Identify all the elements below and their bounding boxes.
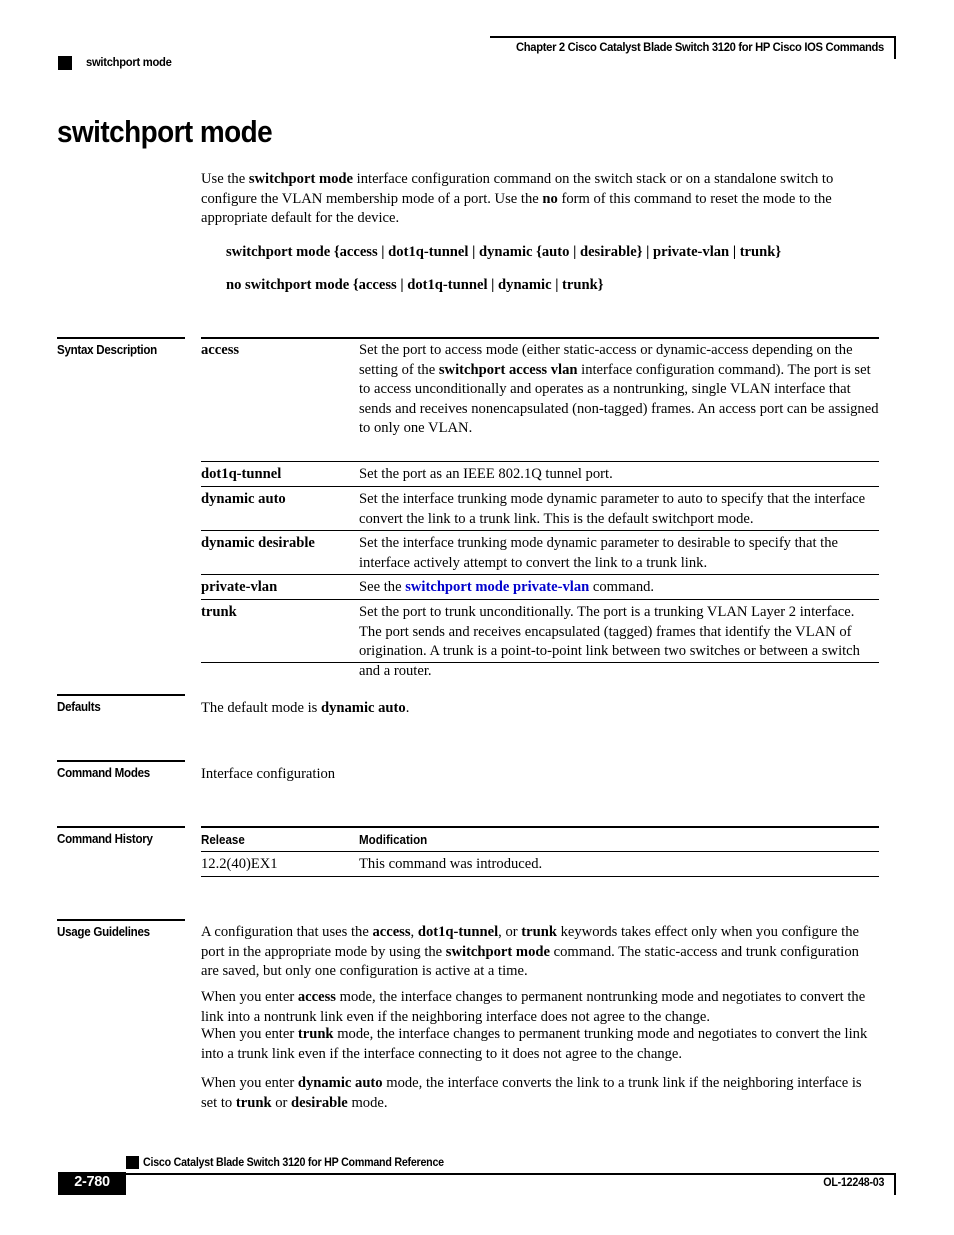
- table-row: access Set the port to access mode (eith…: [201, 338, 879, 444]
- table-cell-description: Set the interface trunking mode dynamic …: [359, 491, 866, 527]
- intro-command-name: switchport mode: [248, 171, 354, 187]
- ug3-kw-trunk: trunk: [297, 1026, 334, 1042]
- intro-text-a: Use the: [201, 171, 249, 187]
- ug2-a: When you enter: [201, 989, 298, 1005]
- table-cell-description: Set the interface trunking mode dynamic …: [359, 535, 838, 571]
- defaults-block: The default mode is dynamic auto.: [201, 699, 879, 719]
- ug4-e: or: [271, 1094, 292, 1111]
- syntax-description-table-row-4: dynamic desirable Set the interface trun…: [201, 531, 879, 578]
- table-cell-term: trunk: [201, 604, 237, 620]
- table-row: trunk Set the port to trunk unconditiona…: [201, 600, 879, 686]
- table-cell-term: dynamic auto: [201, 491, 286, 507]
- command-history-rule: [57, 826, 185, 828]
- defaults-text-c: .: [405, 700, 410, 716]
- section-label-command-history: Command History: [57, 832, 153, 846]
- ug4-kw-trunk: trunk: [235, 1094, 272, 1111]
- intro-paragraph: Use the switchport mode interface config…: [201, 170, 879, 229]
- syntax-line-1: switchport mode {access | dot1q-tunnel |…: [226, 244, 782, 260]
- section-label-defaults: Defaults: [57, 700, 101, 714]
- table-cell-description: Set the port to trunk unconditionally. T…: [359, 604, 860, 679]
- syntax-block-2: no switchport mode {access | dot1q-tunne…: [201, 276, 879, 296]
- footer-divider: [58, 1173, 896, 1175]
- ug1-e: , or: [498, 924, 522, 940]
- ug1-c: ,: [410, 924, 418, 940]
- command-modes-rule: [57, 760, 185, 762]
- syntax-block: switchport mode {access | dot1q-tunnel |…: [201, 243, 879, 263]
- table-row: dynamic desirable Set the interface trun…: [201, 531, 879, 578]
- footer-marker-square-icon: [126, 1156, 139, 1169]
- usage-paragraph-3: When you enter trunk mode, the interface…: [201, 1025, 879, 1064]
- ug1-kw-dot1q-tunnel: dot1q-tunnel: [417, 924, 499, 940]
- footer-page-number: 2-780: [74, 1174, 110, 1190]
- usage-guidelines-p2: When you enter access mode, the interfac…: [201, 988, 879, 1027]
- desc-text-a: See the: [359, 579, 406, 595]
- section-label-usage-guidelines: Usage Guidelines: [57, 925, 150, 939]
- ug1-a: A configuration that uses the: [201, 924, 373, 940]
- usage-paragraph-2: When you enter access mode, the interfac…: [201, 988, 879, 1027]
- header-divider: [490, 36, 896, 38]
- ug2-kw-access: access: [297, 989, 336, 1005]
- footer-document-id: OL-12248-03: [823, 1176, 884, 1189]
- footer-book-title: Cisco Catalyst Blade Switch 3120 for HP …: [143, 1156, 444, 1169]
- syntax-description-rule: [57, 337, 185, 339]
- table-row: dynamic auto Set the interface trunking …: [201, 487, 879, 534]
- ug1-kw-trunk: trunk: [521, 924, 557, 940]
- usage-guidelines-p3: When you enter trunk mode, the interface…: [201, 1025, 879, 1064]
- desc-text-c: command.: [589, 579, 655, 595]
- defaults-text-a: The default mode is: [201, 700, 321, 716]
- table-cell-description: Set the port to access mode (either stat…: [359, 338, 879, 444]
- syntax-description-table-row-3: dynamic auto Set the interface trunking …: [201, 487, 879, 534]
- document-page: Chapter 2 Cisco Catalyst Blade Switch 31…: [0, 0, 954, 1235]
- intro-no-keyword: no: [542, 190, 558, 207]
- ug1-kw-switchport-mode: switchport mode: [445, 943, 550, 960]
- header-chapter-title: Chapter 2 Cisco Catalyst Blade Switch 31…: [516, 40, 884, 54]
- command-history-bottom-rule: [201, 876, 879, 878]
- section-label-syntax-description: Syntax Description: [57, 343, 157, 357]
- header-marker-square-icon: [58, 56, 72, 70]
- usage-guidelines-p1: A configuration that uses the access, do…: [201, 923, 879, 982]
- section-label-command-modes: Command Modes: [57, 766, 150, 780]
- table-cell-term: dynamic desirable: [201, 535, 315, 551]
- table-cell-term: access: [201, 342, 240, 358]
- ug4-a: When you enter: [201, 1075, 298, 1091]
- syntax-table-bottom-rule: [201, 662, 879, 664]
- defaults-rule: [57, 694, 185, 696]
- usage-paragraph-4: When you enter dynamic auto mode, the in…: [201, 1074, 879, 1113]
- ug3-a: When you enter: [201, 1026, 298, 1042]
- header-running-head: switchport mode: [86, 55, 172, 69]
- command-modes-paragraph: Interface configuration: [201, 766, 336, 782]
- ug4-kw-desirable: desirable: [291, 1094, 348, 1111]
- command-modes-block: Interface configuration: [201, 765, 879, 785]
- usage-paragraph-1: A configuration that uses the access, do…: [201, 923, 879, 982]
- defaults-paragraph: The default mode is dynamic auto.: [201, 699, 879, 719]
- usage-guidelines-p4: When you enter dynamic auto mode, the in…: [201, 1074, 879, 1113]
- usage-guidelines-rule: [57, 919, 185, 921]
- syntax-description-table: access Set the port to access mode (eith…: [201, 338, 879, 444]
- footer-edge-tick-icon: [893, 1174, 896, 1195]
- header-edge-tick-icon: [893, 37, 896, 59]
- page-header: Chapter 2 Cisco Catalyst Blade Switch 31…: [58, 36, 896, 72]
- page-title: switchport mode: [57, 114, 273, 149]
- syntax-line-2: no switchport mode {access | dot1q-tunne…: [226, 277, 604, 293]
- desc-bold-term: switchport access vlan: [438, 361, 578, 378]
- ug4-g: mode.: [347, 1094, 388, 1111]
- cross-reference-link-switchport-mode-private-vlan[interactable]: switchport mode private-vlan: [405, 579, 589, 595]
- intro-block: Use the switchport mode interface config…: [201, 170, 879, 229]
- defaults-value: dynamic auto: [320, 700, 406, 716]
- ug1-kw-access: access: [372, 924, 411, 940]
- ug4-kw-dynamic-auto: dynamic auto: [297, 1075, 383, 1091]
- syntax-description-table-row-6: trunk Set the port to trunk unconditiona…: [201, 600, 879, 686]
